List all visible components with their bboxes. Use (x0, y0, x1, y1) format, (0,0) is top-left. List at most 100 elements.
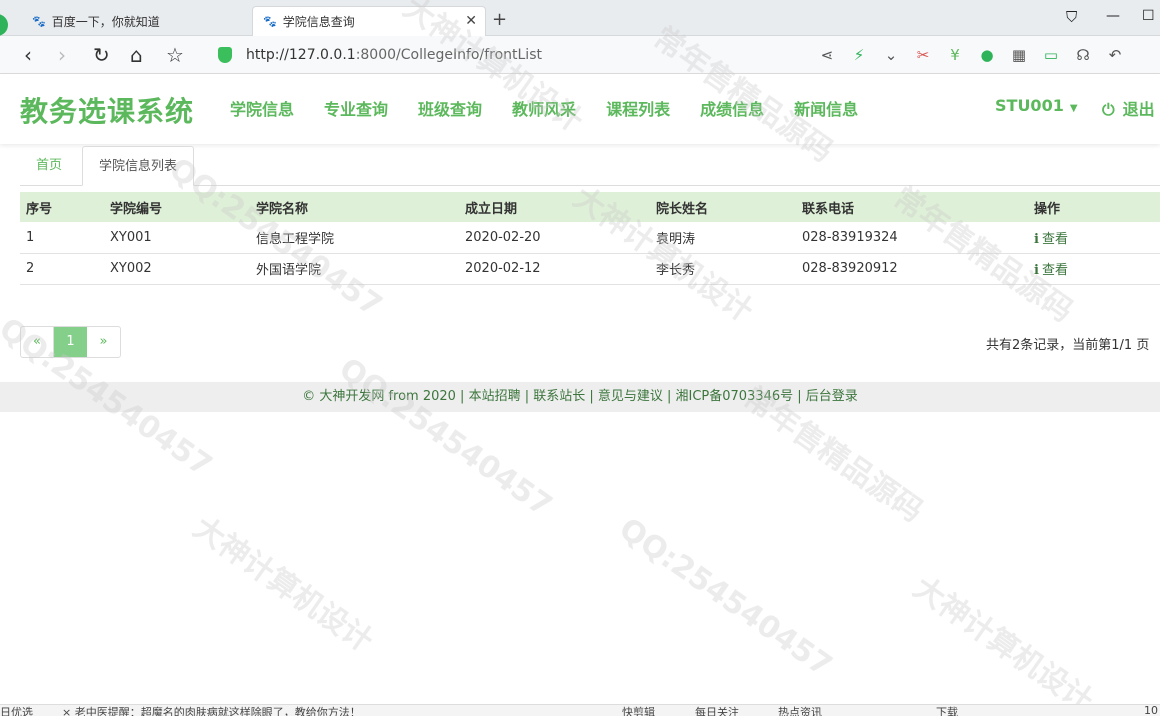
logout-button[interactable]: ⏻ 退出 (1102, 96, 1155, 120)
column-header: 操作 (1028, 192, 1160, 222)
browser-tab-bar: 🐾 百度一下，你就知道 🐾 学院信息查询 ✕ + ⛉ — ☐ (0, 0, 1160, 36)
table-cell: 028-83920912 (796, 253, 1028, 285)
table-header-row: 序号 学院编号 学院名称 成立日期 院长姓名 联系电话 操作 (20, 192, 1160, 222)
close-icon[interactable]: ✕ (465, 13, 477, 29)
apps-icon[interactable]: ▦ (1010, 46, 1028, 64)
info-icon: i (1034, 231, 1039, 247)
table-cell: XY002 (104, 253, 250, 285)
paw-icon: 🐾 (263, 15, 277, 28)
browser-tab-college-info[interactable]: 🐾 学院信息查询 ✕ (252, 6, 486, 36)
browser-status-bar: 日优选 × 老中医提醒：超魔名的肉肤病就这样除眼了，教给你方法！ 快剪辑 每日关… (0, 704, 1160, 716)
paw-icon: 🐾 (32, 14, 46, 28)
nav-item-major[interactable]: 专业查询 (324, 96, 388, 120)
status-left: 日优选 (0, 706, 33, 716)
watermark: QQ:254540457 (332, 351, 559, 524)
tab-label: 百度一下，你就知道 (51, 14, 160, 29)
column-header: 学院名称 (250, 192, 459, 222)
college-table: 序号 学院编号 学院名称 成立日期 院长姓名 联系电话 操作 1 XY001 信… (20, 192, 1160, 285)
reload-icon[interactable]: ↻ (93, 43, 110, 67)
nav-item-course[interactable]: 课程列表 (606, 96, 670, 120)
table-cell: 李长秀 (650, 253, 796, 285)
table-cell: 2020-02-12 (459, 253, 650, 285)
table-cell: 2020-02-20 (459, 222, 650, 254)
view-button[interactable]: i 查看 (1034, 232, 1068, 247)
site-footer: © 大神开发网 from 2020 | 本站招聘 | 联系站长 | 意见与建议 … (0, 382, 1160, 412)
watermark: 大神计算机设计 (906, 570, 1100, 720)
column-header: 学院编号 (104, 192, 250, 222)
table-cell: XY001 (104, 222, 250, 254)
toolbar-icons: ⋖ ⚡ ⌄ ✂ ¥ ● ▦ ▭ ☊ ↶ (818, 46, 1124, 64)
table-cell: 外国语学院 (250, 253, 459, 285)
caret-down-icon: ▼ (1069, 103, 1078, 114)
table-row: 1 XY001 信息工程学院 2020-02-20 袁明涛 028-839193… (20, 222, 1160, 254)
nav-item-college[interactable]: 学院信息 (230, 96, 294, 120)
share-icon[interactable]: ⋖ (818, 46, 836, 64)
scissors-icon[interactable]: ✂ (914, 46, 932, 64)
minimize-icon[interactable]: — (1106, 8, 1120, 24)
status-item[interactable]: 下载 (936, 705, 958, 716)
table-cell: 袁明涛 (650, 222, 796, 254)
breadcrumb-home[interactable]: 首页 (20, 146, 78, 186)
pagination: « 1 » (20, 326, 121, 358)
tab-label: 学院信息查询 (282, 15, 355, 29)
column-header: 院长姓名 (650, 192, 796, 222)
skin-icon[interactable]: ⛉ (1066, 8, 1077, 26)
url-suffix: :8000/CollegeInfo/frontList (355, 47, 542, 63)
table-cell: 1 (20, 222, 104, 254)
nav-item-score[interactable]: 成绩信息 (700, 96, 764, 120)
watermark: QQ:254540457 (612, 511, 839, 684)
watermark: 大神计算机设计 (186, 510, 380, 660)
table-row: 2 XY002 外国语学院 2020-02-12 李长秀 028-8392091… (20, 253, 1160, 285)
shield-green-icon[interactable]: ● (978, 46, 996, 64)
view-label: 查看 (1041, 263, 1068, 278)
url-prefix: http://127.0.0.1 (246, 47, 356, 63)
breadcrumb-active[interactable]: 学院信息列表 (82, 146, 195, 186)
url-input[interactable]: http://127.0.0.1:8000/CollegeInfo/frontL… (218, 43, 878, 67)
nav-item-teacher[interactable]: 教师风采 (512, 96, 576, 120)
table-cell: 2 (20, 253, 104, 285)
star-icon[interactable]: ☆ (166, 43, 184, 67)
column-header: 成立日期 (459, 192, 650, 222)
headphones-icon[interactable]: ☊ (1074, 46, 1092, 64)
browser-tab-baidu[interactable]: 🐾 百度一下，你就知道 (22, 6, 250, 36)
prev-page-button[interactable]: « (21, 327, 54, 357)
lightning-icon[interactable]: ⚡ (850, 46, 868, 64)
table-cell: i 查看 (1028, 253, 1160, 285)
info-icon: i (1034, 263, 1039, 278)
logout-label: 退出 (1122, 100, 1155, 119)
yen-icon[interactable]: ¥ (946, 46, 964, 64)
new-tab-icon[interactable]: + (492, 9, 507, 30)
status-item[interactable]: 每日关注 (695, 705, 739, 716)
forward-icon[interactable]: › (58, 43, 66, 67)
status-item[interactable]: 快剪辑 (622, 705, 655, 716)
site-logo[interactable]: 教务选课系统 (20, 90, 194, 130)
username: STU001 (995, 96, 1064, 115)
status-item[interactable]: 热点资讯 (778, 705, 822, 716)
site-header: 教务选课系统 学院信息 专业查询 班级查询 教师风采 课程列表 成绩信息 新闻信… (0, 74, 1160, 144)
column-header: 联系电话 (796, 192, 1028, 222)
next-page-button[interactable]: » (87, 327, 120, 357)
status-news[interactable]: × 老中医提醒：超魔名的肉肤病就这样除眼了，教给你方法！ (62, 705, 361, 716)
back-icon[interactable]: ‹ (24, 43, 32, 67)
home-icon[interactable]: ⌂ (130, 43, 143, 67)
address-bar: ‹ › ↻ ⌂ ☆ http://127.0.0.1:8000/CollegeI… (0, 36, 1160, 74)
main-nav: 学院信息 专业查询 班级查询 教师风采 课程列表 成绩信息 新闻信息 (230, 96, 858, 120)
table-cell: 信息工程学院 (250, 222, 459, 254)
breadcrumb: 首页 学院信息列表 (20, 146, 1160, 186)
view-button[interactable]: i 查看 (1034, 263, 1068, 278)
view-label: 查看 (1041, 231, 1068, 247)
power-icon: ⏻ (1102, 100, 1115, 119)
page-1-button[interactable]: 1 (54, 327, 87, 357)
shield-icon (218, 47, 232, 63)
chevron-down-icon[interactable]: ⌄ (882, 46, 900, 64)
column-header: 序号 (20, 192, 104, 222)
nav-item-class[interactable]: 班级查询 (418, 96, 482, 120)
maximize-icon[interactable]: ☐ (1142, 8, 1155, 24)
battery-icon[interactable]: ▭ (1042, 46, 1060, 64)
table-cell: 028-83919324 (796, 222, 1028, 254)
user-menu[interactable]: STU001 ▼ (995, 96, 1078, 115)
browser-logo-icon (0, 14, 8, 36)
undo-icon[interactable]: ↶ (1106, 46, 1124, 64)
nav-item-news[interactable]: 新闻信息 (794, 96, 858, 120)
zoom-level[interactable]: 10 (1144, 705, 1158, 716)
